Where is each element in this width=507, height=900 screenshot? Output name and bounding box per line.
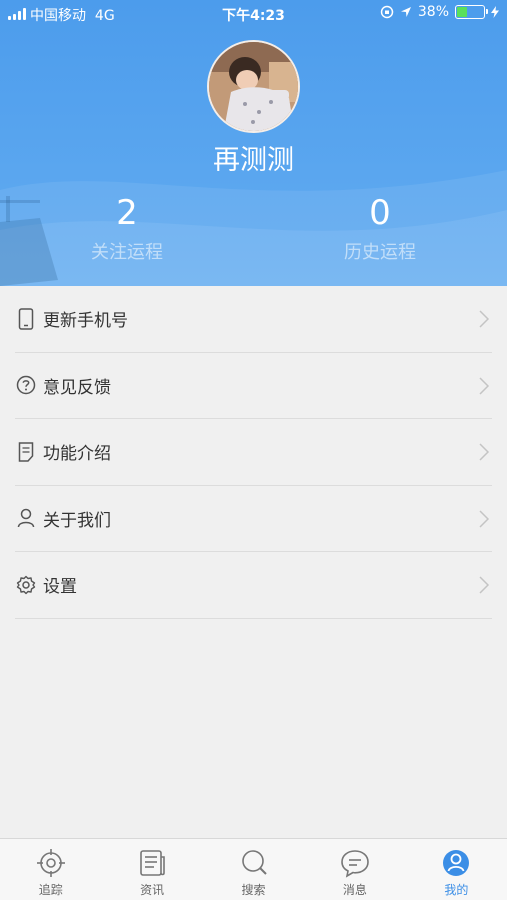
stat-label: 历史运程: [344, 242, 416, 263]
username: 再测测: [213, 145, 294, 176]
chevron-right-icon: [479, 509, 490, 528]
tab-label: 我的: [444, 883, 469, 897]
menu-item-about-us[interactable]: 关于我们: [15, 486, 492, 552]
tab-messages[interactable]: 消息: [304, 839, 405, 900]
profile-icon: [443, 850, 470, 876]
orientation-lock-icon: [380, 5, 394, 19]
message-icon: [341, 850, 369, 878]
stat-followed-trips[interactable]: 2 关注运程: [27, 192, 227, 266]
stat-value: 2: [116, 193, 138, 233]
target-icon: [36, 849, 65, 877]
tab-track[interactable]: 追踪: [0, 839, 101, 900]
charging-icon: [491, 6, 499, 18]
settings-menu: 更新手机号 意见反馈 功能介绍 关于我们 设置: [0, 286, 507, 619]
stat-value: 0: [369, 193, 391, 233]
tab-label: 追踪: [38, 883, 63, 897]
menu-item-feedback[interactable]: 意见反馈: [15, 353, 492, 419]
phone-icon: [15, 308, 37, 330]
location-icon: [400, 7, 411, 17]
battery-percent: 38%: [417, 4, 449, 20]
menu-item-label: 关于我们: [43, 510, 111, 531]
menu-item-label: 功能介绍: [43, 444, 111, 465]
search-icon: [241, 850, 267, 875]
tab-mine[interactable]: 我的: [406, 839, 507, 900]
menu-item-features[interactable]: 功能介绍: [15, 419, 492, 486]
menu-item-label: 意见反馈: [43, 377, 111, 398]
bottom-tab-bar: 追踪 资讯 搜索 消息 我的: [0, 838, 507, 900]
menu-item-label: 设置: [43, 577, 77, 598]
question-icon: [15, 374, 37, 396]
avatar[interactable]: [207, 40, 300, 133]
tab-label: 消息: [342, 883, 367, 897]
menu-item-update-phone[interactable]: 更新手机号: [15, 286, 492, 353]
menu-item-label: 更新手机号: [43, 311, 128, 332]
chevron-right-icon: [479, 310, 490, 328]
menu-item-settings[interactable]: 设置: [15, 552, 492, 619]
tab-label: 资讯: [140, 883, 165, 897]
battery-icon: [455, 5, 488, 19]
stat-history-trips[interactable]: 0 历史运程: [280, 192, 480, 266]
chevron-right-icon: [479, 443, 490, 461]
chevron-right-icon: [479, 376, 490, 395]
tab-news[interactable]: 资讯: [101, 839, 202, 900]
document-icon: [15, 441, 37, 463]
chevron-right-icon: [479, 576, 490, 594]
stat-label: 关注运程: [91, 242, 163, 263]
status-bar: 中国移动 4G 下午4:23 38%: [0, 0, 507, 28]
tab-search[interactable]: 搜索: [203, 839, 304, 900]
person-icon: [15, 507, 37, 529]
avatar-photo: [209, 42, 298, 131]
tab-label: 搜索: [241, 883, 266, 897]
gear-icon: [15, 574, 37, 596]
news-icon: [140, 850, 165, 876]
